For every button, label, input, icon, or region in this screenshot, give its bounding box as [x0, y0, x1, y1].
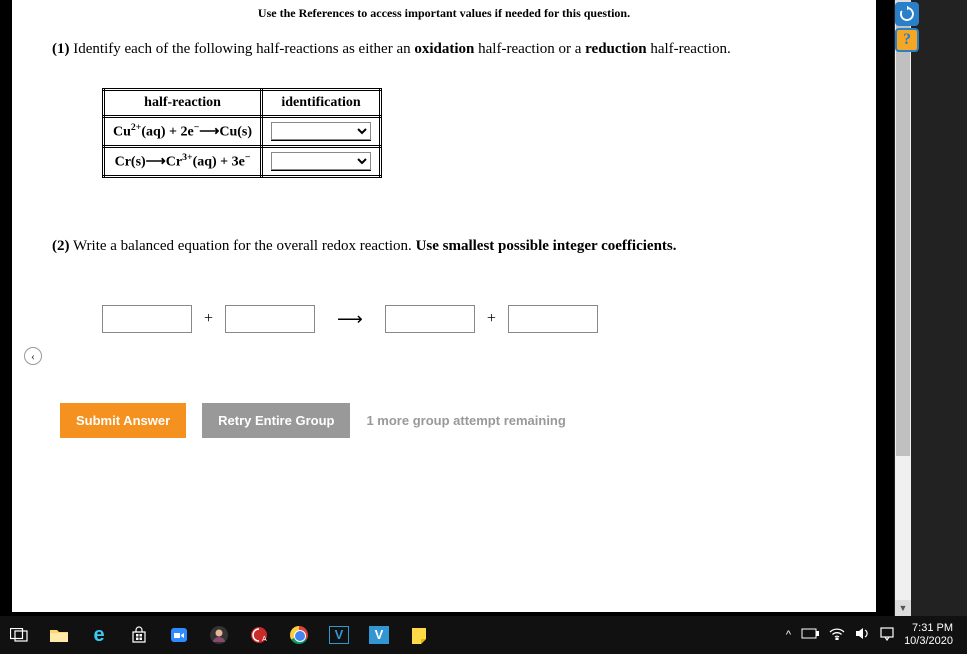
visual-studio-icon[interactable]: V: [326, 622, 352, 648]
question-panel: Use the References to access important v…: [10, 0, 878, 614]
reaction-2: Cr(s)⟶Cr3+(aq) + 3e−: [104, 147, 262, 177]
product-2-input[interactable]: [508, 305, 598, 333]
tray-chevron-icon[interactable]: ^: [786, 629, 791, 641]
table-row: Cu2+(aq) + 2e−⟶Cu(s): [104, 117, 381, 147]
reaction-arrow: ⟶: [327, 309, 373, 330]
equation-inputs: + ⟶ +: [102, 305, 836, 333]
microsoft-store-icon[interactable]: [126, 622, 152, 648]
sticky-notes-icon[interactable]: [406, 622, 432, 648]
taskbar-clock[interactable]: 7:31 PM 10/3/2020: [904, 622, 961, 648]
plus-sign: +: [487, 310, 496, 328]
table-row: Cr(s)⟶Cr3+(aq) + 3e−: [104, 147, 381, 177]
side-tool-icons: ?: [895, 2, 921, 52]
reaction-1: Cu2+(aq) + 2e−⟶Cu(s): [104, 117, 262, 147]
help-icon[interactable]: ?: [895, 28, 919, 52]
wifi-icon[interactable]: [829, 628, 845, 643]
submit-answer-button[interactable]: Submit Answer: [60, 403, 186, 438]
retry-group-button[interactable]: Retry Entire Group: [202, 403, 350, 438]
notifications-icon[interactable]: [880, 627, 894, 644]
app-frame: Use the References to access important v…: [0, 0, 894, 616]
q1-number: (1): [52, 41, 70, 57]
references-note: Use the References to access important v…: [12, 0, 876, 41]
plus-sign: +: [204, 310, 213, 328]
reactant-1-input[interactable]: [102, 305, 192, 333]
half-reaction-table: half-reaction identification Cu2+(aq) + …: [102, 88, 382, 178]
system-tray: ^ 7:31 PM 10/3/2020: [786, 622, 961, 648]
identification-select-1[interactable]: [271, 122, 371, 140]
volume-icon[interactable]: [855, 627, 870, 643]
refresh-icon[interactable]: [895, 2, 919, 26]
expand-handle-icon[interactable]: ‹: [24, 347, 42, 365]
avatar-app-icon[interactable]: [206, 622, 232, 648]
battery-icon[interactable]: [801, 628, 819, 642]
col-identification: identification: [262, 90, 381, 117]
q2-number: (2): [52, 238, 70, 254]
vertical-scrollbar[interactable]: ▲ ▼: [895, 0, 911, 616]
scroll-down-icon[interactable]: ▼: [895, 600, 911, 616]
col-half-reaction: half-reaction: [104, 90, 262, 117]
file-explorer-icon[interactable]: [46, 622, 72, 648]
scroll-thumb[interactable]: [896, 16, 910, 456]
chrome-icon[interactable]: [286, 622, 312, 648]
app-icon-red[interactable]: A: [246, 622, 272, 648]
question-2-prompt: (2) Write a balanced equation for the ov…: [52, 238, 836, 255]
question-1-prompt: (1) Identify each of the following half-…: [52, 41, 836, 58]
action-buttons: Submit Answer Retry Entire Group 1 more …: [60, 403, 836, 438]
visual-studio-code-icon[interactable]: V: [366, 622, 392, 648]
reactant-2-input[interactable]: [225, 305, 315, 333]
zoom-app-icon[interactable]: [166, 622, 192, 648]
svg-text:A: A: [262, 636, 267, 643]
edge-browser-icon[interactable]: e: [86, 622, 112, 648]
identification-select-2[interactable]: [271, 152, 371, 170]
windows-taskbar: e A V V ^ 7: [0, 616, 967, 654]
attempts-remaining: 1 more group attempt remaining: [366, 413, 565, 428]
product-1-input[interactable]: [385, 305, 475, 333]
task-view-icon[interactable]: [6, 622, 32, 648]
